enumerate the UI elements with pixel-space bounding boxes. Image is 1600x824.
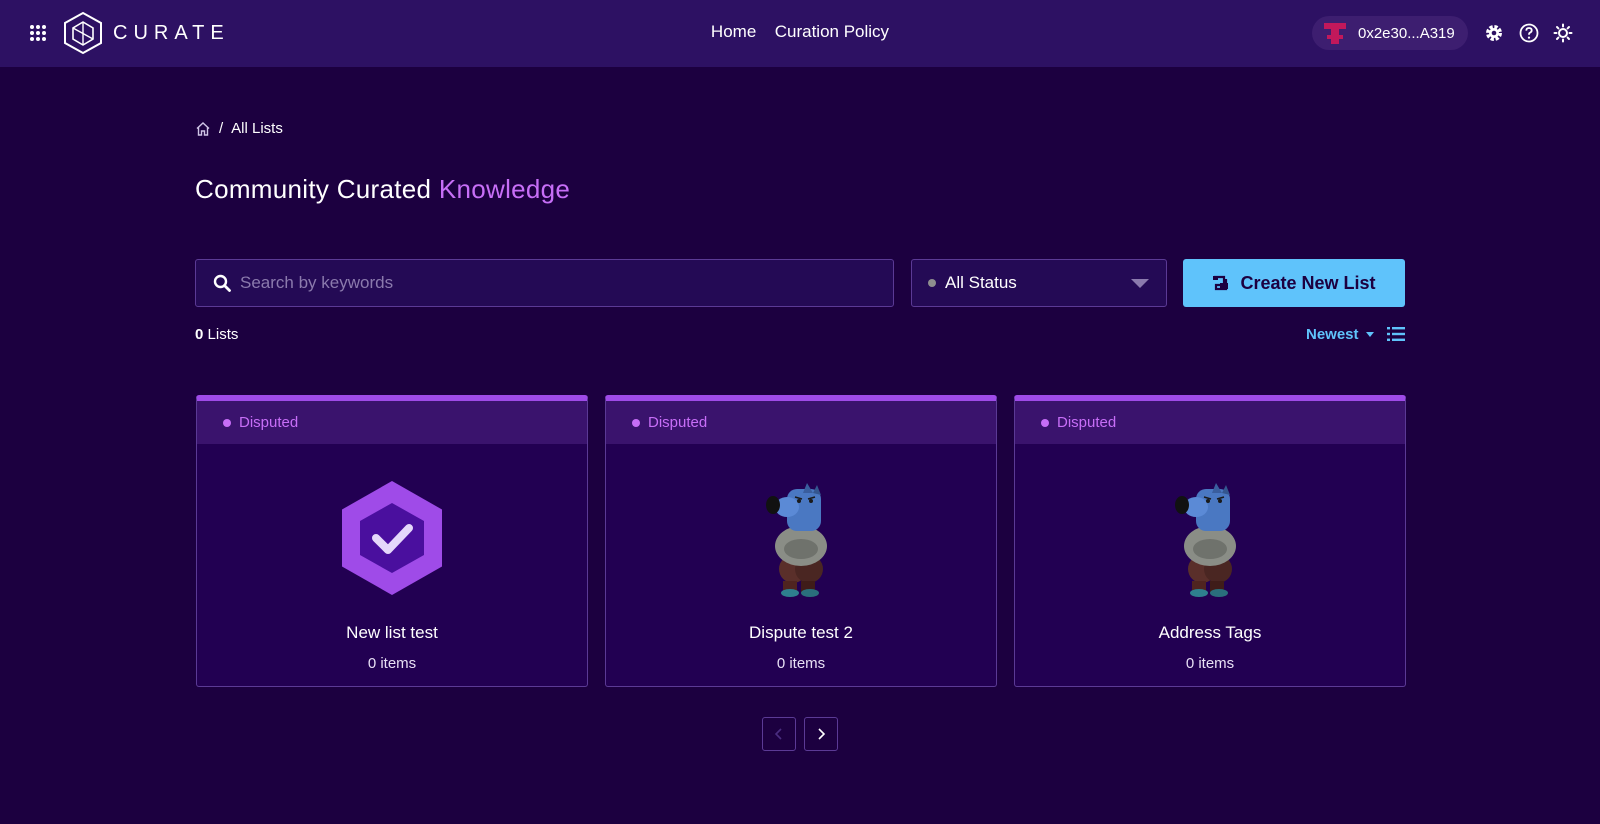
chevron-down-icon — [1131, 279, 1149, 288]
status-dot — [928, 279, 936, 287]
search-icon — [213, 274, 231, 292]
search-input[interactable] — [240, 273, 860, 293]
card-status-bar: Disputed — [606, 401, 996, 444]
status-filter-value: All Status — [945, 273, 1017, 292]
prev-page-button[interactable] — [762, 717, 796, 751]
create-new-list-button[interactable]: Create New List — [1183, 259, 1405, 307]
create-new-list-label: Create New List — [1240, 272, 1376, 293]
sort-value: Newest — [1306, 326, 1359, 343]
list-count-number: 0 — [195, 326, 204, 343]
check-hexagon-icon — [342, 481, 442, 595]
dog-character-image — [766, 483, 827, 597]
status-dot — [1041, 418, 1049, 427]
page-title: Community Curated Knowledge — [195, 174, 570, 205]
card-item-count: 0 items — [1185, 655, 1235, 672]
next-page-button[interactable] — [804, 717, 838, 751]
list-view-icon[interactable] — [1387, 326, 1405, 342]
nav-home[interactable]: Home — [711, 22, 756, 41]
card-item-count: 0 items — [367, 655, 417, 672]
curate-logo[interactable]: CURATE — [63, 11, 230, 55]
status-dot — [223, 418, 231, 427]
create-list-icon — [1213, 275, 1229, 291]
sort-dropdown[interactable]: Newest — [1306, 326, 1374, 343]
card-status: Disputed — [1057, 414, 1117, 431]
page-title-accent: Knowledge — [438, 174, 571, 204]
kleros-logo-icon — [64, 11, 102, 55]
card-title: Address Tags — [1158, 623, 1262, 642]
brand-name: CURATE — [113, 21, 230, 44]
card-status: Disputed — [648, 414, 708, 431]
card-title: Dispute test 2 — [749, 623, 853, 642]
chevron-right-icon — [818, 728, 826, 740]
wallet-button[interactable]: 0x2e30...A319 — [1312, 16, 1468, 50]
top-navbar: CURATE Home Curation Policy 0x2e30...A31… — [0, 0, 1600, 67]
card-status-bar: Disputed — [197, 401, 587, 444]
wallet-avatar-icon — [1324, 23, 1346, 44]
nav-curation-policy[interactable]: Curation Policy — [775, 22, 889, 41]
sort-caret-icon — [1365, 332, 1374, 337]
list-card[interactable]: Disputed Address Tags 0 items — [1014, 395, 1406, 687]
list-card[interactable]: Disputed New list test 0 items — [196, 395, 588, 687]
breadcrumb-current: All Lists — [231, 120, 283, 137]
home-icon[interactable] — [195, 121, 211, 137]
chevron-left-icon — [774, 728, 782, 740]
settings-gear-icon[interactable] — [1484, 23, 1504, 43]
card-item-count: 0 items — [776, 655, 826, 672]
card-status: Disputed — [239, 414, 299, 431]
status-filter-select[interactable]: All Status — [911, 259, 1167, 307]
card-title: New list test — [346, 623, 438, 642]
list-count-suffix: Lists — [207, 326, 239, 343]
page-title-main: Community Curated — [195, 174, 432, 204]
dog-character-image — [1175, 483, 1236, 597]
list-card[interactable]: Disputed Dispute test 2 0 items — [605, 395, 997, 687]
breadcrumb-separator: / — [219, 120, 224, 137]
apps-grid-icon[interactable] — [29, 24, 47, 42]
status-dot — [632, 418, 640, 427]
theme-sun-icon[interactable] — [1553, 23, 1573, 43]
help-question-icon[interactable] — [1519, 23, 1539, 43]
search-box — [195, 259, 894, 307]
wallet-address: 0x2e30...A319 — [1358, 24, 1455, 42]
card-status-bar: Disputed — [1015, 401, 1405, 444]
list-count: 0 Lists — [195, 326, 238, 343]
breadcrumb: / All Lists — [195, 120, 283, 137]
